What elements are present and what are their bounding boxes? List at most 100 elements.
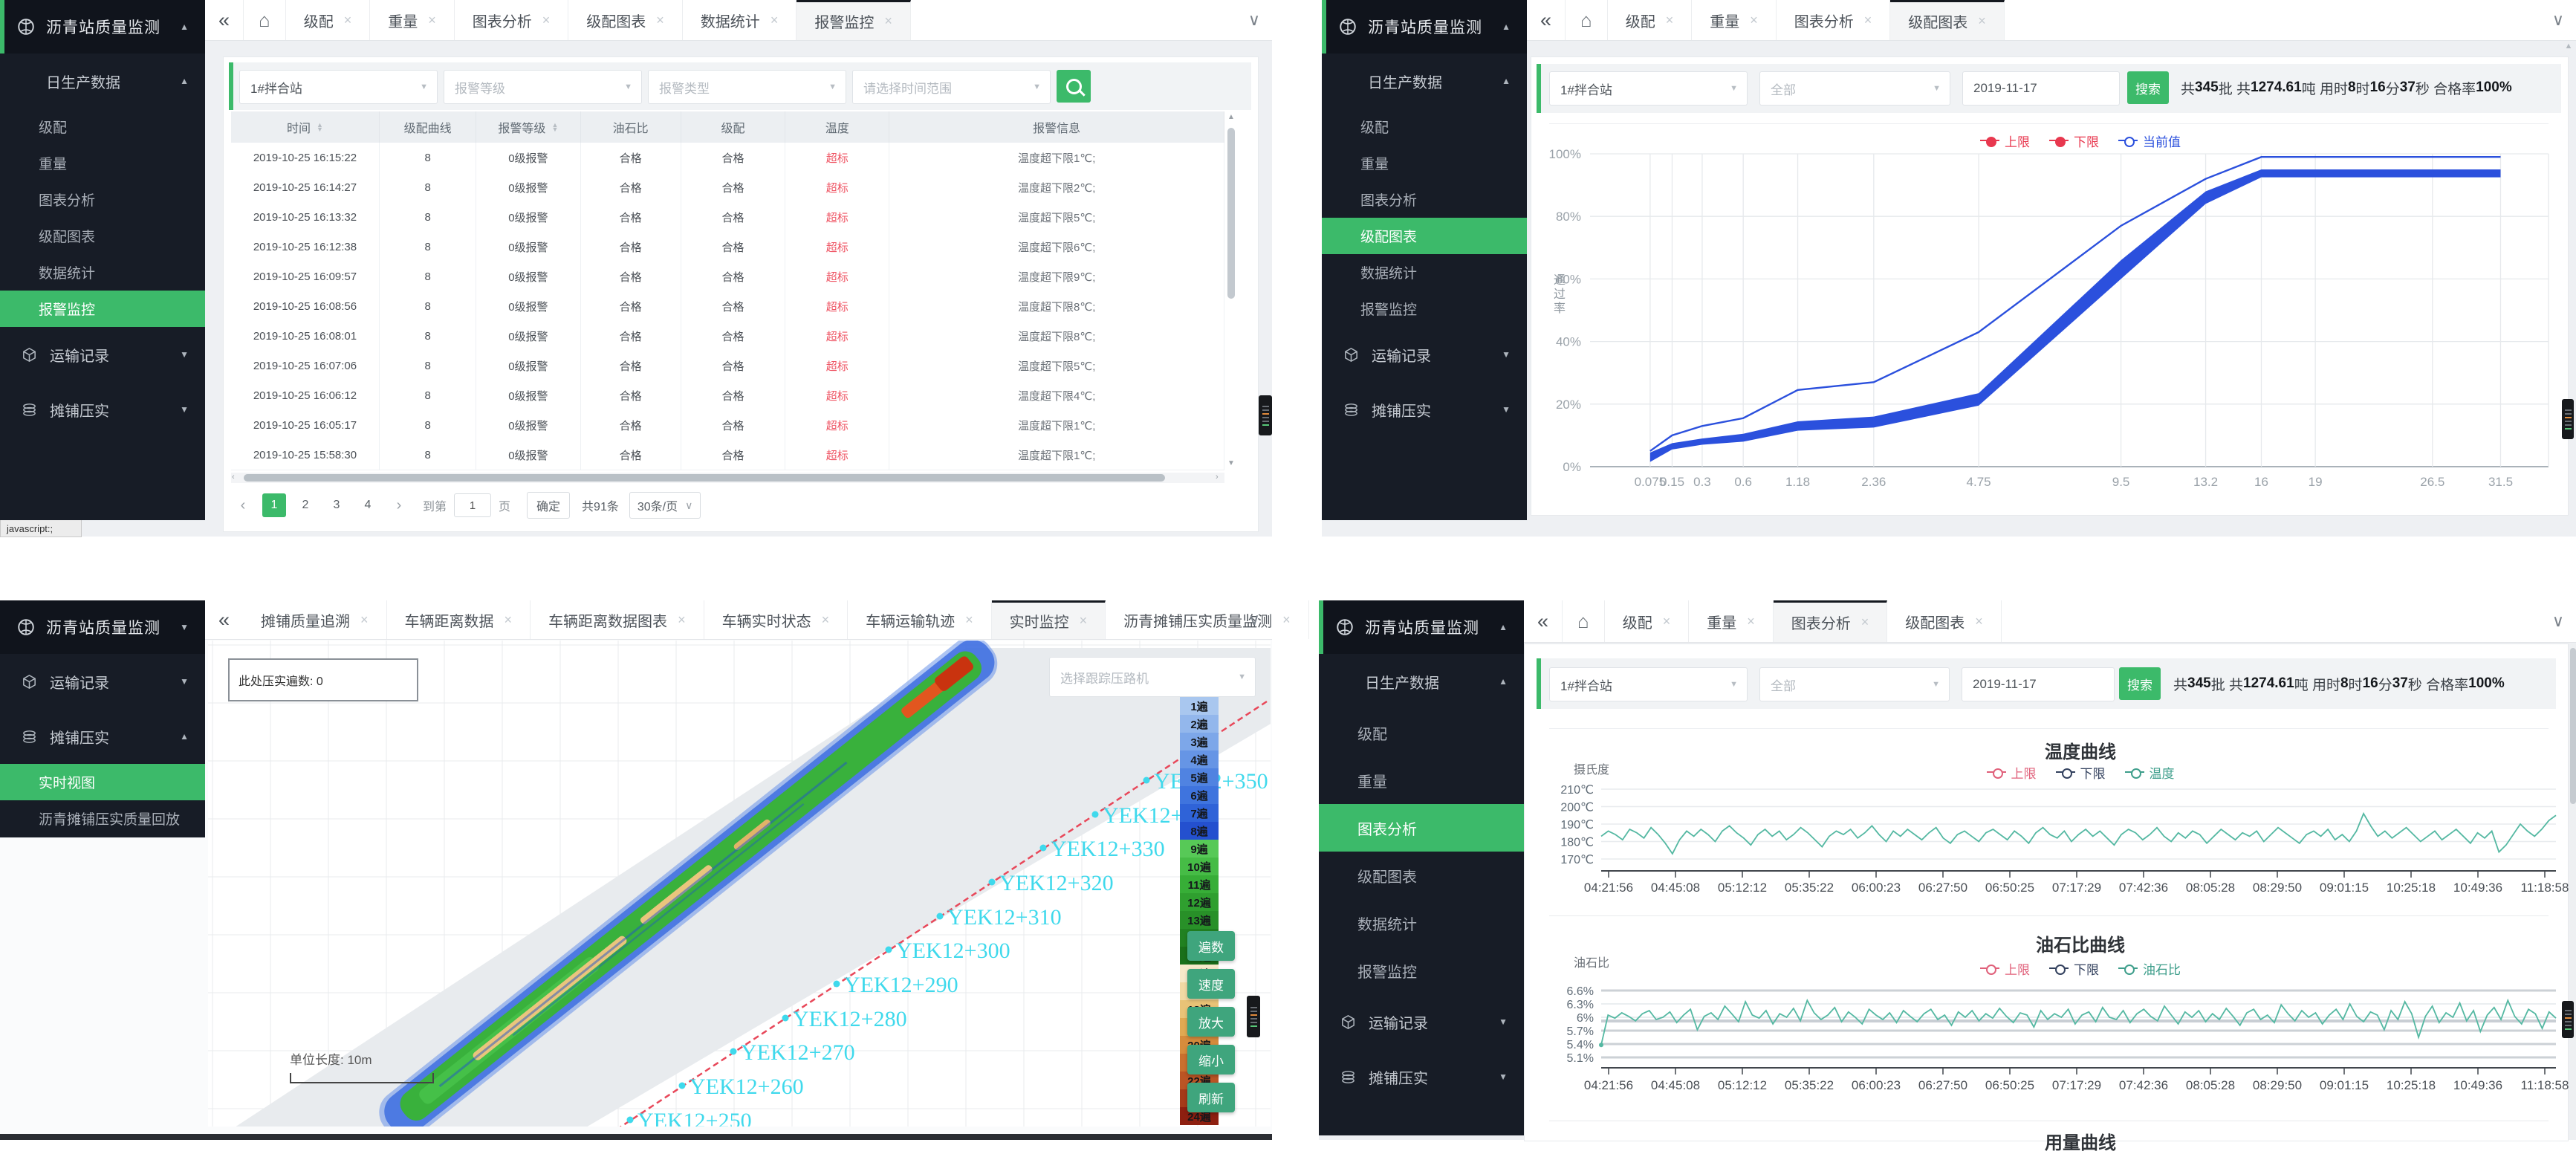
page-number-button[interactable]: 2 [293,493,317,517]
collapse-sidebar-icon[interactable]: « [205,600,243,639]
select-field[interactable]: 1#拌合站▼ [1549,667,1748,701]
pass-count-chip[interactable]: 9遍 [1180,840,1219,858]
sidebar-item[interactable]: 沥青摊铺压实质量回放 [0,800,205,837]
sidebar-header[interactable]: 沥青站质量监测▲ [0,0,205,54]
tab[interactable]: 图表分析× [455,0,569,40]
sidebar-group[interactable]: 日生产数据▲ [1322,54,1527,108]
sidebar-group[interactable]: 运输记录▼ [1322,327,1527,382]
close-icon[interactable]: × [1663,614,1671,629]
page-prev-button[interactable]: ‹ [231,493,255,517]
sidebar-item[interactable]: 级配图表 [1319,852,1524,899]
more-tabs-icon[interactable]: ∨ [1248,0,1260,40]
sidebar-group[interactable]: 摊铺压实▼ [0,382,205,437]
tab[interactable]: 级配× [1608,0,1693,40]
column-header[interactable]: 级配 [681,111,785,143]
sidebar-group[interactable]: 摊铺压实▼ [1322,382,1527,437]
close-icon[interactable]: × [1080,613,1088,629]
pass-count-chip[interactable]: 3遍 [1180,733,1219,751]
page-number-button[interactable]: 4 [356,493,380,517]
page-next-button[interactable]: › [387,493,411,517]
sidebar-item[interactable]: 重量 [0,145,205,181]
sidebar-item[interactable]: 数据统计 [1319,899,1524,947]
confirm-button[interactable]: 确定 [527,492,570,519]
page-number-button[interactable]: 1 [262,493,286,517]
tab[interactable]: 数据统计× [683,0,797,40]
sort-icon[interactable]: ▲▼ [551,123,558,132]
date-field[interactable]: 2019-11-17 [1962,667,2115,701]
tab[interactable]: 车辆距离数据图表× [531,600,704,639]
sidebar-item[interactable]: 重量 [1319,756,1524,804]
close-icon[interactable]: × [884,13,892,29]
pass-count-chip[interactable]: 13遍 [1180,911,1219,929]
sidebar-item[interactable]: 报警监控 [1322,291,1527,327]
sidebar-item[interactable]: 图表分析 [0,181,205,218]
hscroll-right-icon[interactable]: › [1216,473,1224,483]
collapse-sidebar-icon[interactable]: « [1527,0,1565,40]
sidebar-item[interactable]: 报警监控 [1319,947,1524,994]
tab[interactable]: 实时监控× [992,600,1106,639]
sidebar-item[interactable]: 级配 [0,108,205,145]
tab[interactable]: 重量× [1692,0,1777,40]
sidebar-item[interactable]: 级配图表 [1322,218,1527,254]
map-tool-button[interactable]: 放大 [1187,1007,1235,1037]
column-header[interactable]: 级配曲线 [380,111,476,143]
tab[interactable]: 级配× [1605,600,1690,642]
select-field[interactable]: 请选择时间范围▼ [852,70,1051,104]
pass-count-chip[interactable]: 4遍 [1180,751,1219,768]
tab[interactable]: 车辆实时状态× [704,600,849,639]
select-field[interactable]: 全部▼ [1759,667,1950,701]
close-icon[interactable]: × [1864,13,1872,28]
map-tool-button[interactable]: 缩小 [1187,1045,1235,1074]
close-icon[interactable]: × [1978,13,1986,29]
pass-count-chip[interactable]: 8遍 [1180,822,1219,840]
content-scrollbar-thumb[interactable] [2570,648,2576,804]
close-icon[interactable]: × [1861,615,1869,630]
scroll-extension-widget[interactable] [2562,1001,2574,1038]
close-icon[interactable]: × [1975,614,1983,629]
select-field[interactable]: 报警等级▼ [444,70,642,104]
tab[interactable]: 级配× [286,0,371,40]
tab[interactable]: 沥青摊铺压实质量监测× [1106,600,1309,639]
sidebar-item[interactable]: 级配 [1322,108,1527,145]
sidebar-group[interactable]: 日生产数据▲ [1319,654,1524,709]
close-icon[interactable]: × [1750,13,1758,28]
more-tabs-icon[interactable]: ∨ [2552,600,2564,642]
date-field[interactable]: 2019-11-17 [1962,71,2120,106]
column-header[interactable]: 报警等级▲▼ [476,111,580,143]
sidebar-header[interactable]: 沥青站质量监测▼ [0,600,205,654]
sidebar-item[interactable]: 图表分析 [1322,181,1527,218]
close-icon[interactable]: × [770,13,779,28]
search-button[interactable] [1057,70,1091,103]
more-tabs-icon[interactable]: ∨ [2552,0,2564,40]
close-icon[interactable]: × [1282,612,1291,628]
close-icon[interactable]: × [344,13,352,28]
pass-count-chip[interactable]: 2遍 [1180,715,1219,733]
close-icon[interactable]: × [656,13,664,28]
tab[interactable]: 图表分析× [1777,0,1891,40]
tab[interactable]: 级配图表× [568,0,683,40]
sidebar-item[interactable]: 数据统计 [1322,254,1527,291]
map-tool-button[interactable]: 刷新 [1187,1083,1235,1112]
vscroll-down-icon[interactable]: ▼ [1226,459,1236,470]
pass-count-chip[interactable]: 1遍 [1180,697,1219,715]
more-tabs-icon[interactable]: ∨ [1248,600,1260,639]
close-icon[interactable]: × [1666,13,1674,28]
tab-home[interactable]: ⌂ [243,0,286,40]
column-header[interactable]: 油石比 [581,111,681,143]
close-icon[interactable]: × [822,612,830,628]
pass-count-chip[interactable]: 12遍 [1180,893,1219,911]
close-icon[interactable]: × [360,612,369,628]
collapse-sidebar-icon[interactable]: « [205,0,243,40]
goto-page-input[interactable] [454,493,491,517]
sidebar-item[interactable]: 重量 [1322,145,1527,181]
map-tool-button[interactable]: 速度 [1187,969,1235,999]
tab[interactable]: 车辆运输轨迹× [848,600,992,639]
hscroll-thumb[interactable] [244,474,1165,482]
sidebar-item[interactable]: 图表分析 [1319,804,1524,852]
search-button[interactable]: 搜索 [2127,71,2169,104]
sidebar-header[interactable]: 沥青站质量监测▲ [1322,0,1527,54]
pass-count-chip[interactable]: 5遍 [1180,768,1219,786]
scroll-extension-widget[interactable] [2562,399,2574,439]
scroll-up-icon[interactable]: ▲ [2563,42,2574,52]
pass-count-chip[interactable]: 7遍 [1180,804,1219,822]
